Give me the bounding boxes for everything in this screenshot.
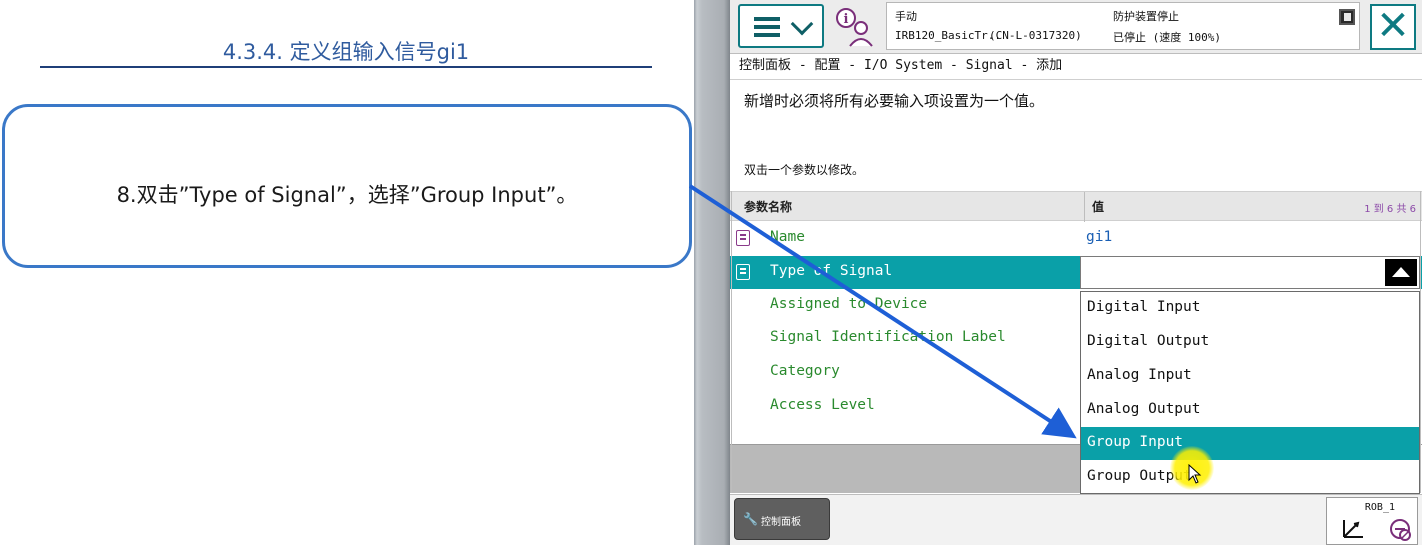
slide-title: 4.3.4. 定义组输入信号gi1 bbox=[222, 40, 470, 64]
column-header-parameter: 参数名称 bbox=[744, 200, 793, 214]
option-label: Analog Input bbox=[1087, 367, 1192, 383]
parameter-value: gi1 bbox=[1086, 229, 1113, 245]
option-group-input[interactable]: Group Input bbox=[1081, 427, 1419, 460]
parameter-icon bbox=[736, 264, 750, 280]
option-label: Analog Output bbox=[1087, 401, 1201, 417]
table-header: 参数名称 值 1 到 6 共 6 bbox=[730, 191, 1422, 222]
option-label: Digital Input bbox=[1087, 299, 1201, 315]
title-underline bbox=[40, 66, 652, 68]
wrench-icon: 🔧 bbox=[743, 512, 758, 526]
operator-info-icon[interactable]: i bbox=[832, 4, 878, 48]
operating-mode: 手动 bbox=[895, 10, 917, 23]
control-panel-task-button[interactable]: 🔧 控制面板 bbox=[734, 498, 830, 540]
column-header-value: 值 bbox=[1092, 200, 1105, 214]
chevron-down-icon bbox=[790, 12, 814, 36]
flexpendant-screen: i 手动 IRB120_BasicTr.. (CN-L-0317320) 防护装… bbox=[730, 0, 1422, 545]
coordinate-system-icon bbox=[1343, 520, 1363, 538]
parameter-name: Type of Signal bbox=[770, 263, 893, 279]
parameter-name: Signal Identification Label bbox=[770, 329, 1006, 345]
system-name: IRB120_BasicTr.. bbox=[895, 29, 1001, 42]
main-menu-button[interactable] bbox=[738, 4, 824, 48]
option-digital-input[interactable]: Digital Input bbox=[1081, 292, 1419, 325]
table-footer bbox=[730, 445, 1084, 493]
task-bar: 🔧 控制面板 ROB_1 bbox=[730, 494, 1422, 545]
status-bar[interactable]: 手动 IRB120_BasicTr.. (CN-L-0317320) 防护装置停… bbox=[886, 2, 1360, 50]
option-group-output[interactable]: Group Output bbox=[1081, 461, 1419, 494]
option-label: Digital Output bbox=[1087, 333, 1210, 349]
parameter-name: Name bbox=[770, 229, 805, 245]
edit-hint: 双击一个参数以修改。 bbox=[744, 163, 865, 177]
option-analog-output[interactable]: Analog Output bbox=[1081, 394, 1419, 427]
table-row[interactable]: Name gi1 bbox=[730, 222, 1422, 255]
column-separator bbox=[1084, 192, 1085, 222]
run-state: 已停止 (速度 100%) bbox=[1113, 31, 1221, 44]
speed-icon bbox=[1390, 519, 1411, 541]
option-analog-input[interactable]: Analog Input bbox=[1081, 360, 1419, 393]
parameter-name: Assigned to Device bbox=[770, 296, 928, 312]
parameter-name: Access Level bbox=[770, 397, 875, 413]
parameter-name: Category bbox=[770, 363, 840, 379]
menu-icon bbox=[754, 17, 780, 37]
close-button[interactable]: ✕ bbox=[1370, 4, 1416, 50]
dropdown-up-icon[interactable] bbox=[1385, 259, 1417, 286]
signal-type-select[interactable] bbox=[1080, 256, 1420, 289]
divider bbox=[730, 79, 1422, 80]
option-label: Group Input bbox=[1087, 434, 1184, 450]
slide-panel: 4.3.4. 定义组输入信号gi1 8.双击”Type of Signal”，选… bbox=[0, 0, 694, 545]
mouse-cursor-icon bbox=[1188, 464, 1202, 484]
screen-bezel bbox=[694, 0, 730, 545]
option-digital-output[interactable]: Digital Output bbox=[1081, 326, 1419, 359]
instruction-callout: 8.双击”Type of Signal”，选择”Group Input”。 bbox=[2, 104, 692, 268]
mechanical-unit-label: ROB_1 bbox=[1364, 502, 1395, 513]
top-bar: i 手动 IRB120_BasicTr.. (CN-L-0317320) 防护装… bbox=[730, 0, 1422, 54]
signal-type-options: Digital Input Digital Output Analog Inpu… bbox=[1080, 291, 1420, 494]
required-notice: 新增时必须将所有必要输入项设置为一个值。 bbox=[744, 92, 1045, 110]
quickset-button[interactable]: ROB_1 bbox=[1326, 497, 1418, 545]
safety-state: 防护装置停止 bbox=[1113, 10, 1179, 23]
svg-text:i: i bbox=[844, 12, 849, 27]
task-label: 控制面板 bbox=[761, 517, 801, 528]
close-icon: ✕ bbox=[1376, 4, 1410, 48]
controller-id: (CN-L-0317320) bbox=[989, 29, 1082, 42]
status-flag-icon bbox=[1339, 9, 1355, 25]
parameter-icon bbox=[736, 230, 750, 246]
instruction-text: 8.双击”Type of Signal”，选择”Group Input”。 bbox=[116, 183, 578, 207]
row-counter: 1 到 6 共 6 bbox=[1364, 204, 1416, 215]
breadcrumb: 控制面板 - 配置 - I/O System - Signal - 添加 bbox=[739, 58, 1063, 73]
